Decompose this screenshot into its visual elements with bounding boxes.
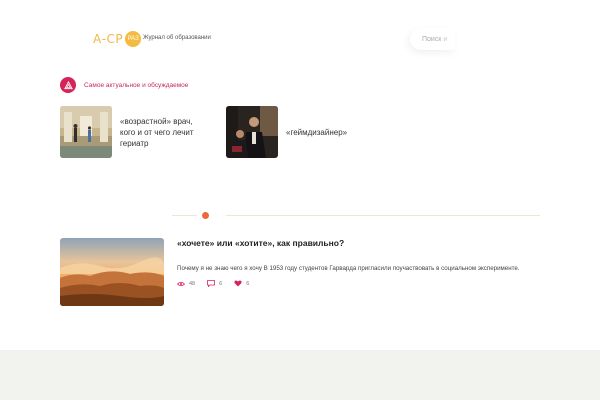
- divider-line-right: [226, 215, 540, 216]
- section-header: Самое актуальное и обсуждаемое: [60, 77, 188, 93]
- page: А-СР РАЗ Журнал об образовании Самое акт…: [0, 0, 600, 400]
- trending-thumbnail[interactable]: [226, 106, 278, 158]
- divider-dot: [202, 212, 209, 219]
- trending-card[interactable]: «геймдизайнер»: [226, 106, 368, 158]
- heart-icon: [234, 280, 242, 287]
- search-fade: [439, 28, 455, 50]
- views-stat: 48: [177, 281, 195, 287]
- comment-icon: [207, 280, 216, 287]
- triangle-icon: [60, 77, 76, 93]
- likes-stat[interactable]: 6: [234, 280, 249, 287]
- site-logo[interactable]: А-СР РАЗ: [93, 31, 142, 47]
- article-stats: 48 6 6: [177, 280, 261, 287]
- logo-badge: РАЗ: [125, 31, 142, 47]
- trending-thumbnail[interactable]: [60, 106, 112, 158]
- logo-text: А-СР: [93, 32, 124, 46]
- comments-count: 6: [219, 280, 223, 287]
- article-excerpt: Почему я не знаю чего я хочу В 1953 году…: [177, 265, 520, 272]
- footer-band: [0, 350, 600, 400]
- eye-icon: [177, 281, 185, 286]
- comments-stat[interactable]: 6: [207, 280, 222, 287]
- trending-title[interactable]: «геймдизайнер»: [286, 127, 368, 138]
- article-title[interactable]: «хочете» или «хотите», как правильно?: [177, 238, 344, 248]
- search-box[interactable]: [410, 28, 455, 50]
- views-count: 48: [189, 280, 196, 287]
- likes-count: 6: [246, 280, 250, 287]
- section-title: Самое актуальное и обсуждаемое: [84, 81, 189, 89]
- site-tagline: Журнал об образовании: [143, 35, 211, 41]
- trending-title[interactable]: «возрастной» врач, кого и от чего лечит …: [120, 116, 202, 149]
- divider-line-left: [172, 215, 197, 216]
- article-image[interactable]: [60, 238, 164, 306]
- trending-card[interactable]: «возрастной» врач, кого и от чего лечит …: [60, 106, 202, 158]
